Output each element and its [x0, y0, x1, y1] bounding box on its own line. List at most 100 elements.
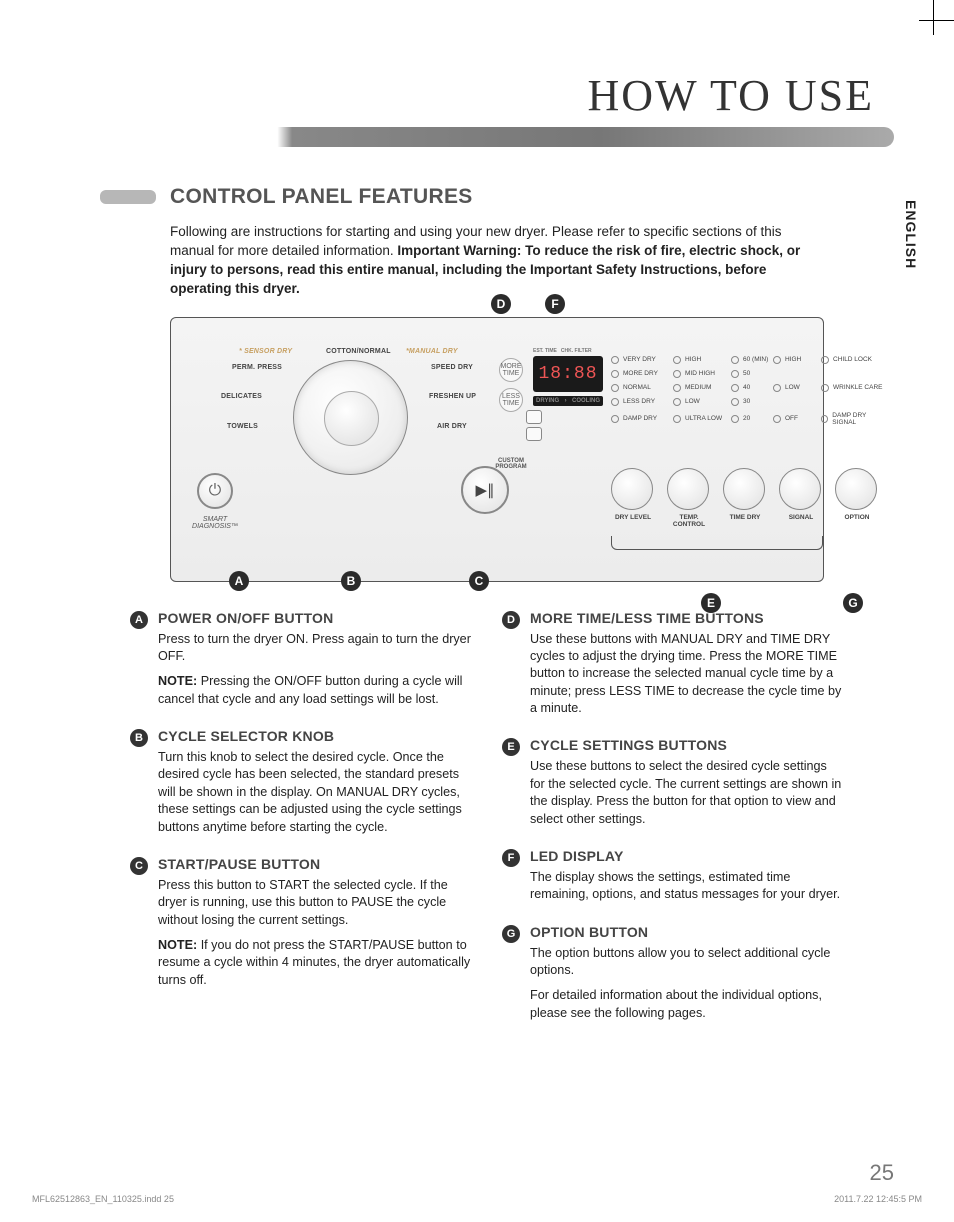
label-manual-dry: *MANUAL DRY	[406, 348, 458, 355]
label-chk-filter: CHK. FILTER	[561, 348, 592, 354]
section-title: CONTROL PANEL FEATURES	[170, 185, 473, 209]
label-speed-dry: SPEED DRY	[431, 364, 473, 371]
drying-cooling-bar: DRYING›COOLING	[533, 396, 603, 406]
note-label: NOTE:	[158, 938, 201, 952]
label-towels: TOWELS	[227, 423, 258, 430]
label-temp-control: TEMP. CONTROL	[664, 514, 714, 528]
feature-B: B CYCLE SELECTOR KNOB Turn this knob to …	[130, 728, 472, 836]
feature-G-p2: For detailed information about the indiv…	[530, 987, 844, 1022]
language-tab: ENGLISH	[903, 200, 919, 269]
note-text: If you do not press the START/PAUSE butt…	[158, 938, 470, 987]
time-dry-button[interactable]	[723, 468, 765, 510]
signal-button[interactable]	[779, 468, 821, 510]
opt-medium: MEDIUM	[673, 384, 729, 392]
label-delicates: DELICATES	[221, 393, 262, 400]
callout-B: B	[341, 571, 361, 591]
opt-wrinkle-care: WRINKLE CARE	[821, 384, 885, 392]
feature-C-p1: Press this button to START the selected …	[158, 877, 472, 929]
knob-center	[324, 391, 379, 446]
label-sensor-dry: * SENSOR DRY	[239, 348, 292, 355]
control-panel-diagram: D F A B C E G * SENSOR DRY COTTON/NORMAL…	[170, 317, 824, 582]
feature-B-title: CYCLE SELECTOR KNOB	[158, 728, 472, 744]
less-time-button[interactable]: LESS TIME	[499, 388, 523, 412]
features-col-left: A POWER ON/OFF BUTTON Press to turn the …	[130, 610, 472, 1023]
feature-E-p1: Use these buttons to select the desired …	[530, 758, 844, 828]
dial-area: * SENSOR DRY COTTON/NORMAL *MANUAL DRY P…	[191, 348, 521, 488]
cycle-selector-knob[interactable]	[293, 360, 408, 475]
feature-F-title: LED DISPLAY	[530, 848, 844, 864]
feature-A-p1: Press to turn the dryer ON. Press again …	[158, 631, 472, 666]
opt-40: 40	[731, 384, 771, 392]
callout-E: E	[701, 593, 721, 613]
callout-G: G	[843, 593, 863, 613]
feature-E-title: CYCLE SETTINGS BUTTONS	[530, 737, 844, 753]
page-title: HOW TO USE	[100, 70, 874, 121]
opt-high2: HIGH	[773, 356, 819, 364]
label-cotton-normal: COTTON/NORMAL	[326, 348, 391, 355]
opt-20: 20	[731, 412, 771, 426]
callout-D: D	[491, 294, 511, 314]
options-grid: VERY DRY HIGH 60 (MIN) HIGH CHILD LOCK M…	[611, 356, 885, 426]
led-display: 18:88	[533, 356, 603, 392]
opt-50: 50	[731, 370, 771, 378]
opt-ultra-low: ULTRA LOW	[673, 412, 729, 426]
section-heading-row: CONTROL PANEL FEATURES	[100, 185, 894, 209]
opt-damp-dry-signal: DAMP DRY SIGNAL	[821, 412, 885, 426]
feature-G: G OPTION BUTTON The option buttons allow…	[502, 924, 844, 1023]
opt-low2: LOW	[673, 398, 729, 406]
label-time-dry: TIME DRY	[720, 514, 770, 528]
temp-control-button[interactable]	[667, 468, 709, 510]
feature-A-note: NOTE: Pressing the ON/OFF button during …	[158, 673, 472, 708]
badge-F: F	[502, 849, 520, 867]
opt-normal: NORMAL	[611, 384, 671, 392]
feature-E: E CYCLE SETTINGS BUTTONS Use these butto…	[502, 737, 844, 828]
feature-F-p1: The display shows the settings, estimate…	[530, 869, 844, 904]
time-icons: MORE TIME LESS TIME	[499, 358, 523, 412]
footer-timestamp: 2011.7.22 12:45:5 PM	[834, 1194, 922, 1204]
feature-D-p1: Use these buttons with MANUAL DRY and TI…	[530, 631, 844, 718]
callout-A: A	[229, 571, 249, 591]
features-columns: A POWER ON/OFF BUTTON Press to turn the …	[130, 610, 844, 1023]
label-perm-press: PERM. PRESS	[232, 364, 282, 371]
badge-A: A	[130, 611, 148, 629]
option-button[interactable]	[835, 468, 877, 510]
more-time-button[interactable]: MORE TIME	[499, 358, 523, 382]
opt-mid-high: MID HIGH	[673, 370, 729, 378]
feature-B-p1: Turn this knob to select the desired cyc…	[158, 749, 472, 836]
label-signal: SIGNAL	[776, 514, 826, 528]
intro-paragraph: Following are instructions for starting …	[170, 223, 824, 299]
callout-F: F	[545, 294, 565, 314]
badge-D: D	[502, 611, 520, 629]
bracket-e	[611, 536, 823, 550]
badge-B: B	[130, 729, 148, 747]
badge-G: G	[502, 925, 520, 943]
label-air-dry: AIR DRY	[437, 423, 467, 430]
feature-C-title: START/PAUSE BUTTON	[158, 856, 472, 872]
section-bullet	[100, 190, 156, 204]
cycle-buttons-labels: DRY LEVEL TEMP. CONTROL TIME DRY SIGNAL …	[608, 514, 882, 528]
status-icon	[526, 427, 542, 441]
opt-very-dry: VERY DRY	[611, 356, 671, 364]
start-pause-button[interactable]: ▶∥	[461, 466, 509, 514]
note-text: Pressing the ON/OFF button during a cycl…	[158, 674, 462, 705]
custom-program-label: CUSTOM PROGRAM	[493, 458, 529, 470]
opt-high: HIGH	[673, 356, 729, 364]
page: HOW TO USE ENGLISH CONTROL PANEL FEATURE…	[0, 0, 954, 1062]
feature-D: D MORE TIME/LESS TIME BUTTONS Use these …	[502, 610, 844, 718]
feature-G-title: OPTION BUTTON	[530, 924, 844, 940]
opt-low: LOW	[773, 384, 819, 392]
dry-level-button[interactable]	[611, 468, 653, 510]
power-button[interactable]: ⏻	[197, 473, 233, 509]
smart-diagnosis-label: SMART DIAGNOSIS™	[187, 516, 243, 530]
feature-A: A POWER ON/OFF BUTTON Press to turn the …	[130, 610, 472, 709]
opt-off: OFF	[773, 412, 819, 426]
opt-damp-dry: DAMP DRY	[611, 412, 671, 426]
status-icons	[526, 410, 608, 444]
label-dry-level: DRY LEVEL	[608, 514, 658, 528]
cycle-buttons-row	[611, 468, 877, 510]
features-col-right: D MORE TIME/LESS TIME BUTTONS Use these …	[502, 610, 844, 1023]
feature-C-note: NOTE: If you do not press the START/PAUS…	[158, 937, 472, 989]
feature-F: F LED DISPLAY The display shows the sett…	[502, 848, 844, 904]
opt-more-dry: MORE DRY	[611, 370, 671, 378]
label-option: OPTION	[832, 514, 882, 528]
